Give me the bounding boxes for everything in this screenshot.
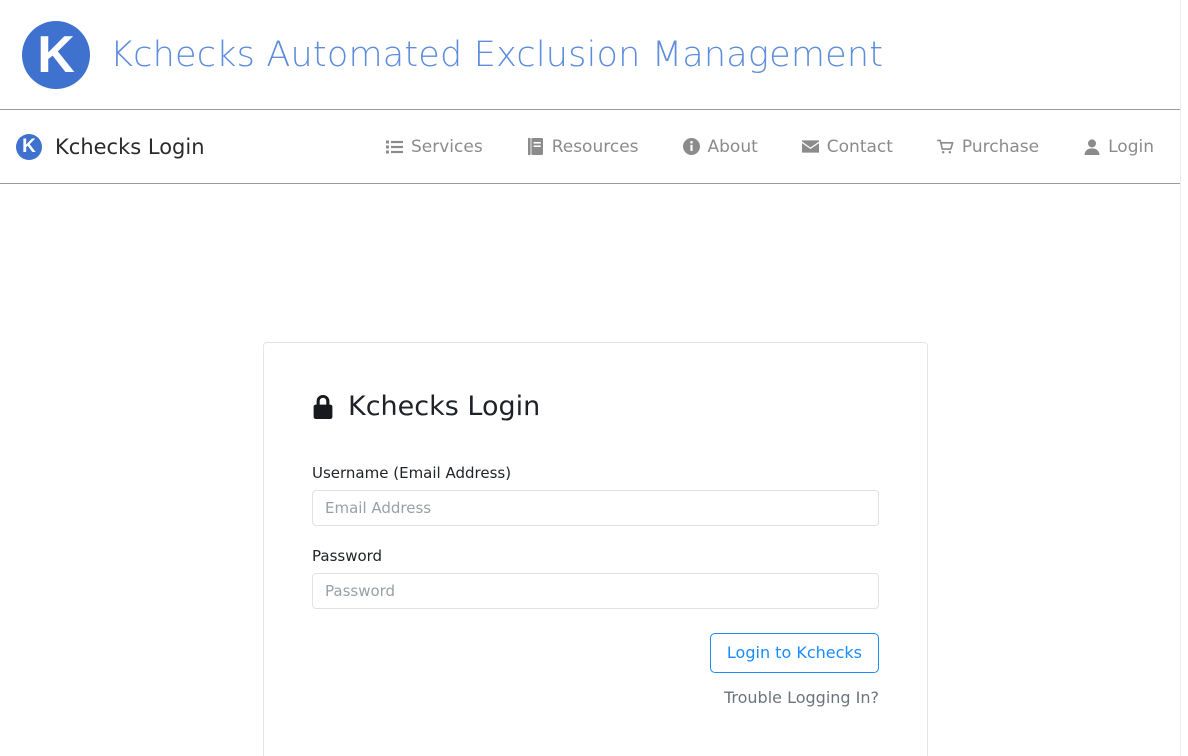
nav-link-contact-label: Contact — [826, 136, 893, 157]
nav-link-purchase-label: Purchase — [961, 136, 1040, 157]
login-submit-button[interactable]: Login to Kchecks — [709, 633, 879, 674]
login-help: Trouble Logging In? — [312, 688, 879, 707]
password-input[interactable] — [312, 573, 879, 609]
kchecks-circle-logo-icon-small: K — [16, 133, 42, 160]
nav-link-contact[interactable]: Contact — [780, 137, 915, 157]
book-icon — [527, 138, 544, 155]
kchecks-circle-logo-icon: K — [22, 20, 90, 89]
nav-link-login[interactable]: Login — [1061, 137, 1164, 157]
list-icon — [386, 138, 403, 155]
nav-link-services[interactable]: Services — [364, 137, 505, 157]
main-content: Kchecks Login Username (Email Address) P… — [0, 184, 1180, 756]
page-title: Kchecks Automated Exclusion Management — [110, 34, 884, 75]
user-icon — [1083, 138, 1100, 155]
login-card-title-label: Kchecks Login — [348, 391, 541, 422]
username-form-group: Username (Email Address) — [312, 464, 879, 526]
login-card: Kchecks Login Username (Email Address) P… — [263, 342, 928, 756]
login-card-title: Kchecks Login — [312, 391, 879, 422]
navbar-links: Services Resources About Contact Purchas… — [364, 137, 1164, 157]
username-label: Username (Email Address) — [312, 464, 512, 482]
page-root: K Kchecks Automated Exclusion Management… — [0, 0, 1188, 756]
navbar-brand-label: Kchecks Login — [55, 134, 205, 159]
nav-link-about-label: About — [707, 136, 758, 157]
password-label: Password — [312, 547, 383, 565]
envelope-icon — [801, 138, 819, 155]
username-input[interactable] — [312, 490, 879, 526]
nav-link-login-label: Login — [1108, 136, 1154, 157]
login-actions: Login to Kchecks — [312, 633, 879, 674]
nav-link-about[interactable]: About — [661, 137, 780, 157]
nav-link-resources[interactable]: Resources — [505, 137, 661, 157]
cart-icon — [936, 138, 954, 155]
lock-icon — [312, 394, 334, 420]
nav-link-services-label: Services — [411, 136, 483, 157]
info-icon — [682, 138, 700, 155]
main-navbar: K Kchecks Login Services Resources About… — [0, 110, 1180, 184]
nav-link-purchase[interactable]: Purchase — [915, 137, 1061, 157]
trouble-logging-in-link[interactable]: Trouble Logging In? — [724, 688, 879, 707]
login-card-body: Kchecks Login Username (Email Address) P… — [264, 343, 927, 707]
nav-link-resources-label: Resources — [551, 136, 639, 157]
masthead: K Kchecks Automated Exclusion Management — [0, 0, 1180, 110]
navbar-brand[interactable]: K Kchecks Login — [16, 133, 205, 160]
page-right-edge — [1180, 0, 1181, 756]
password-form-group: Password — [312, 547, 879, 609]
